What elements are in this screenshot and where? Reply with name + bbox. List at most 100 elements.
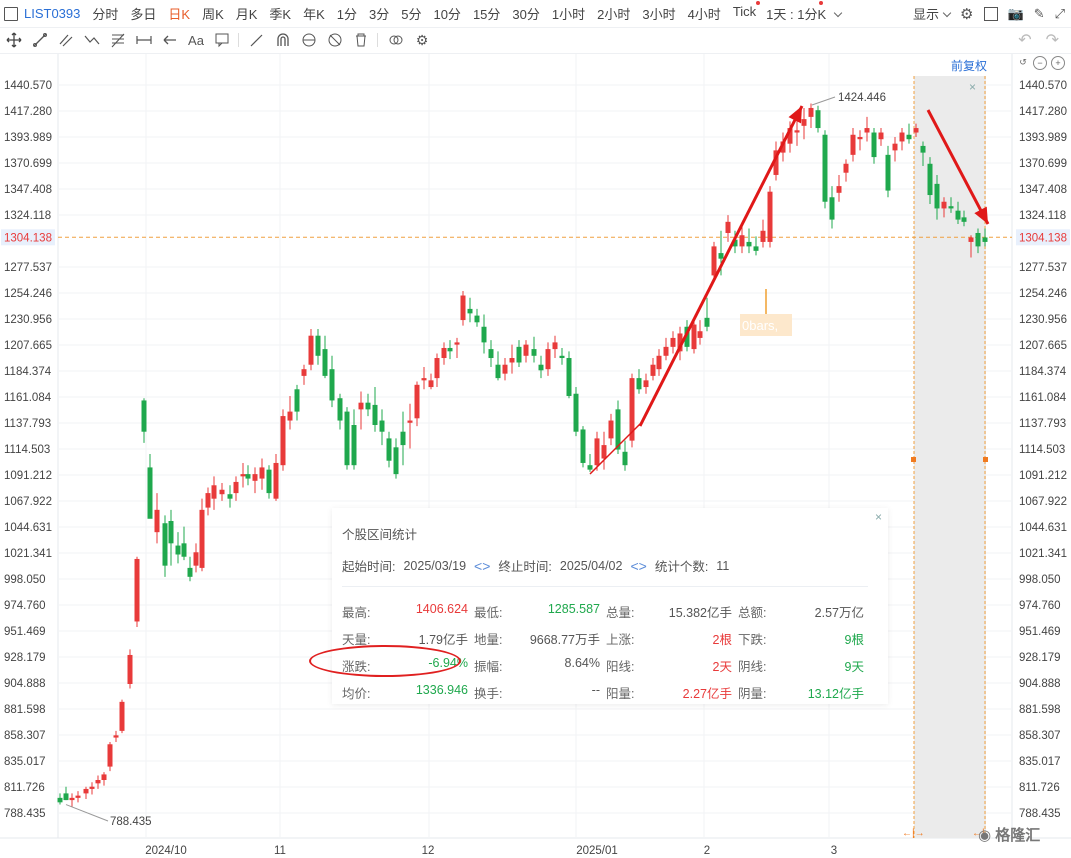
y-tick-label: 951.469: [4, 626, 46, 638]
y-tick-label: 1091.212: [1019, 470, 1067, 482]
stats-value: 15.382亿手: [668, 606, 732, 620]
text-icon[interactable]: Aa: [184, 30, 208, 50]
undo-icon[interactable]: ↶: [1018, 30, 1031, 50]
x-tick-label: 12: [422, 845, 435, 857]
candle-body: [205, 493, 211, 508]
candle-body: [315, 335, 321, 356]
end-adjust-icon[interactable]: <>: [630, 558, 646, 574]
candle-body: [219, 489, 225, 495]
move-icon[interactable]: [2, 30, 26, 50]
tab-timeframe[interactable]: 日K: [168, 4, 190, 23]
tab-timeframe[interactable]: 3分: [369, 4, 389, 23]
tab-timeframe[interactable]: 分时: [92, 4, 118, 23]
candle-body: [233, 481, 239, 494]
candle-body: [308, 335, 314, 365]
candle-body: [815, 110, 821, 129]
candle-body: [467, 308, 473, 314]
note-icon[interactable]: [210, 30, 234, 50]
y-tick-label: 835.017: [4, 756, 46, 768]
tab-timeframe[interactable]: 30分: [512, 4, 539, 23]
settings-icon[interactable]: ⚙: [960, 5, 973, 23]
tab-timeframe[interactable]: 4小时: [688, 4, 721, 23]
candle-body: [808, 107, 814, 117]
tab-timeframe[interactable]: 10分: [433, 4, 460, 23]
lock-icon[interactable]: [297, 30, 321, 50]
y-tick-label: 974.760: [4, 600, 46, 612]
start-date[interactable]: 2025/03/19: [403, 559, 466, 573]
magnet-icon[interactable]: [271, 30, 295, 50]
candle-body: [794, 130, 800, 133]
pen-icon[interactable]: ✎: [1034, 6, 1045, 22]
candle-body: [252, 474, 258, 481]
y-tick-label: 1324.118: [1019, 210, 1066, 222]
end-date[interactable]: 2025/04/02: [560, 559, 623, 573]
period-selector[interactable]: 1天 : 1分K: [766, 1, 841, 23]
candle-body: [95, 779, 101, 784]
candle-body: [636, 378, 642, 390]
y-tick-label: 1370.699: [4, 158, 52, 170]
channel-icon[interactable]: [54, 30, 78, 50]
tab-timeframe[interactable]: Tick: [733, 1, 761, 23]
measure-icon[interactable]: [132, 30, 156, 50]
tab-timeframe[interactable]: 1分: [337, 4, 357, 23]
y-tick-label: 858.307: [4, 730, 46, 742]
stats-value: 1285.587: [547, 602, 600, 616]
hide-icon[interactable]: [323, 30, 347, 50]
tab-timeframe[interactable]: 3小时: [642, 4, 675, 23]
start-adjust-icon[interactable]: <>: [474, 558, 490, 574]
stats-label: 总量:: [606, 606, 635, 620]
y-tick-label: 1347.408: [4, 184, 52, 196]
start-label: 起始时间:: [342, 560, 396, 574]
y-tick-label: 1137.793: [1019, 418, 1066, 430]
tab-timeframe[interactable]: 月K: [236, 4, 258, 23]
candle-body: [365, 402, 371, 410]
stats-label: 下跌:: [738, 633, 767, 647]
trend-line-icon[interactable]: [28, 30, 52, 50]
fullscreen-icon[interactable]: ⤢: [1055, 6, 1065, 22]
tab-timeframe[interactable]: 2小时: [597, 4, 630, 23]
y-tick-label: 1044.631: [4, 522, 52, 534]
candle-body: [753, 246, 759, 251]
candle-body: [920, 145, 926, 153]
candle-body: [89, 786, 95, 789]
ruler-icon[interactable]: [245, 30, 269, 50]
stats-cell: 阴量: 13.12亿手: [738, 683, 870, 702]
candle-body: [739, 235, 745, 247]
tab-timeframe[interactable]: 5分: [401, 4, 421, 23]
y-tick-label: 1207.665: [4, 340, 52, 352]
fib-icon[interactable]: [106, 30, 130, 50]
candle-body: [259, 467, 265, 479]
tab-timeframe[interactable]: 多日: [130, 4, 156, 23]
tab-timeframe[interactable]: 周K: [202, 4, 224, 23]
stats-label: 最高:: [342, 606, 371, 620]
annotation-label: 0bars,: [742, 318, 778, 333]
close-icon[interactable]: ×: [875, 510, 882, 524]
candle-body: [899, 132, 905, 142]
tab-timeframe[interactable]: 1小时: [552, 4, 585, 23]
display-menu[interactable]: 显示: [913, 4, 950, 23]
arrow-icon[interactable]: [158, 30, 182, 50]
y-tick-label: 1021.341: [1019, 548, 1067, 560]
camera-icon[interactable]: 📷: [1008, 6, 1024, 22]
symbol-selector[interactable]: LIST0393: [0, 6, 80, 21]
candle-body: [822, 134, 828, 202]
compare-icon[interactable]: [384, 30, 408, 50]
stats-cell: 阳量: 2.27亿手: [606, 683, 738, 702]
polyline-icon[interactable]: [80, 30, 104, 50]
candle-body: [843, 163, 849, 173]
candle-body: [372, 404, 378, 426]
high-label: 1424.446: [838, 92, 886, 104]
layout-icon[interactable]: [983, 6, 998, 21]
drawing-toolbar: Aa ⚙ ↶ ↷: [0, 27, 1071, 54]
chart-settings-icon[interactable]: ⚙: [410, 30, 434, 50]
tab-timeframe[interactable]: 年K: [303, 4, 325, 23]
candle-body: [134, 558, 140, 622]
tab-timeframe[interactable]: 15分: [473, 4, 500, 23]
candle-body: [240, 474, 246, 477]
tab-timeframe[interactable]: 季K: [269, 4, 291, 23]
candle-body: [975, 232, 981, 247]
y-tick-label: 1091.212: [4, 470, 52, 482]
trash-icon[interactable]: [349, 30, 373, 50]
candlestick-chart[interactable]: 1440.570 1440.570 1417.280 1417.280 1393.989…: [0, 54, 1071, 858]
redo-icon[interactable]: ↷: [1046, 30, 1059, 50]
